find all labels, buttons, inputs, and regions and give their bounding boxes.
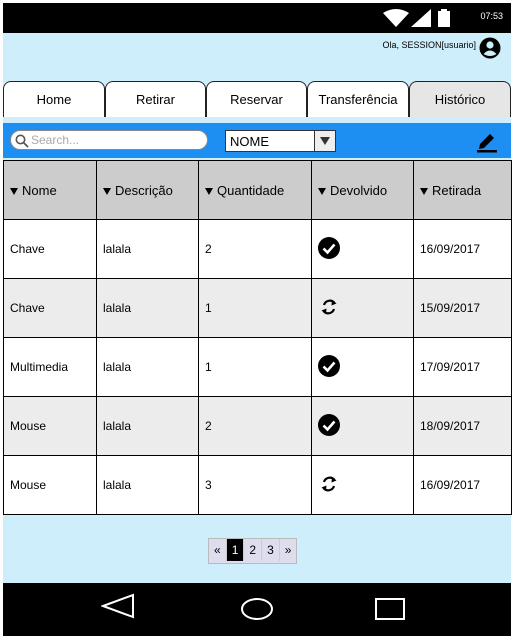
cell-nome: Multimedia xyxy=(3,337,97,397)
tab-historico[interactable]: Histórico xyxy=(409,81,511,117)
toolbar: NOME xyxy=(3,123,511,158)
user-avatar-icon[interactable] xyxy=(479,37,501,59)
cell-devolvido xyxy=(311,337,414,397)
cell-retirada: 16/09/2017 xyxy=(413,455,512,515)
cell-descricao: lalala xyxy=(96,278,199,338)
clock: 07:53 xyxy=(480,11,503,21)
cell-quantidade: 1 xyxy=(198,278,312,338)
search-box xyxy=(10,130,208,150)
sort-arrow-icon xyxy=(318,187,326,195)
table-row[interactable]: Chave lalala 2 16/09/2017 xyxy=(3,219,512,279)
sort-arrow-icon xyxy=(205,187,213,195)
pagination-page-3[interactable]: 3 xyxy=(262,539,280,561)
cell-nome: Mouse xyxy=(3,396,97,456)
cell-descricao: lalala xyxy=(96,455,199,515)
check-circle-icon xyxy=(318,413,340,436)
cell-descricao: lalala xyxy=(96,396,199,456)
cell-descricao: lalala xyxy=(96,337,199,397)
sort-arrow-icon xyxy=(420,187,428,195)
table-row[interactable]: Mouse lalala 2 18/09/2017 xyxy=(3,396,512,456)
history-table: Nome Descrição Quantidade Devolvido Reti… xyxy=(3,160,512,515)
tab-reservar[interactable]: Reservar xyxy=(206,81,307,117)
status-bar: 07:53 xyxy=(3,3,511,33)
column-header-devolvido[interactable]: Devolvido xyxy=(311,160,414,220)
check-circle-icon xyxy=(318,236,340,259)
pagination: « 1 2 3 » xyxy=(208,538,298,564)
cell-devolvido xyxy=(311,455,414,515)
refresh-icon xyxy=(321,299,337,314)
check-circle-icon xyxy=(318,354,340,377)
column-header-nome[interactable]: Nome xyxy=(3,160,97,220)
back-icon[interactable] xyxy=(101,593,135,619)
edit-icon[interactable] xyxy=(475,129,499,153)
tab-retirar[interactable]: Retirar xyxy=(105,81,206,117)
table-header-row: Nome Descrição Quantidade Devolvido Reti… xyxy=(3,160,512,220)
search-input[interactable] xyxy=(31,133,201,147)
cell-devolvido xyxy=(311,396,414,456)
column-header-retirada[interactable]: Retirada xyxy=(413,160,512,220)
home-icon[interactable] xyxy=(240,597,274,621)
column-header-quantidade[interactable]: Quantidade xyxy=(198,160,312,220)
column-header-descricao[interactable]: Descrição xyxy=(96,160,199,220)
app-frame: 07:53 Ola, SESSION[usuario] Home Retirar… xyxy=(3,3,512,636)
sort-arrow-icon xyxy=(10,187,18,195)
cell-quantidade: 3 xyxy=(198,455,312,515)
cell-retirada: 17/09/2017 xyxy=(413,337,512,397)
wifi-icon xyxy=(383,9,409,27)
search-icon xyxy=(15,134,29,148)
cell-quantidade: 1 xyxy=(198,337,312,397)
table-row[interactable]: Mouse lalala 3 16/09/2017 xyxy=(3,455,512,515)
pagination-next[interactable]: » xyxy=(280,539,297,561)
sort-arrow-icon xyxy=(103,187,111,195)
cell-retirada: 15/09/2017 xyxy=(413,278,512,338)
cell-descricao: lalala xyxy=(96,219,199,279)
cell-devolvido xyxy=(311,219,414,279)
pagination-page-2[interactable]: 2 xyxy=(244,539,263,561)
recent-apps-icon[interactable] xyxy=(374,597,406,621)
cell-devolvido xyxy=(311,278,414,338)
refresh-icon xyxy=(321,476,337,491)
cell-quantidade: 2 xyxy=(198,219,312,279)
cell-quantidade: 2 xyxy=(198,396,312,456)
pagination-prev[interactable]: « xyxy=(209,539,227,561)
tab-home[interactable]: Home xyxy=(3,81,105,117)
cell-nome: Chave xyxy=(3,278,97,338)
table-row[interactable]: Multimedia lalala 1 17/09/2017 xyxy=(3,337,512,397)
cell-nome: Mouse xyxy=(3,455,97,515)
pagination-page-1[interactable]: 1 xyxy=(226,539,245,561)
user-greeting: Ola, SESSION[usuario] xyxy=(382,40,476,50)
main-tabs: Home Retirar Reservar Transferência Hist… xyxy=(3,81,511,119)
filter-select-arrow[interactable] xyxy=(314,131,335,151)
filter-select-value: NOME xyxy=(230,134,269,149)
battery-icon xyxy=(438,9,450,27)
cell-retirada: 16/09/2017 xyxy=(413,219,512,279)
chevron-down-icon xyxy=(320,137,330,145)
android-nav-bar xyxy=(3,583,511,636)
signal-icon xyxy=(411,9,431,27)
cell-nome: Chave xyxy=(3,219,97,279)
table-row[interactable]: Chave lalala 1 15/09/2017 xyxy=(3,278,512,338)
filter-select[interactable]: NOME xyxy=(225,130,336,152)
tab-transferencia[interactable]: Transferência xyxy=(307,81,409,117)
cell-retirada: 18/09/2017 xyxy=(413,396,512,456)
